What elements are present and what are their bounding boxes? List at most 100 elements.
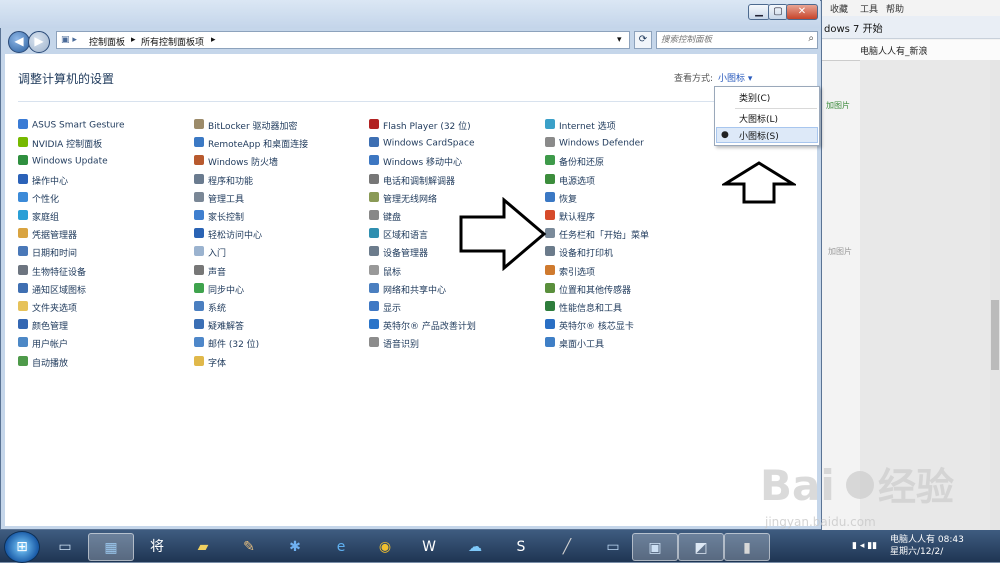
control-panel-item[interactable]: Internet 选项 <box>545 119 616 135</box>
control-panel-item[interactable]: 凭据管理器 <box>18 228 77 244</box>
control-panel-item[interactable]: 键盘 <box>369 210 401 226</box>
address-bar[interactable]: ▣ ▸ 控制面板 ▸ 所有控制面板项 ▸ ▾ <box>56 31 630 49</box>
taskbar-button[interactable]: ◩ <box>678 533 724 561</box>
breadcrumb-control-panel[interactable]: 控制面板 <box>89 35 125 48</box>
taskbar-button[interactable]: ▰ <box>180 533 226 561</box>
control-panel-item[interactable]: BitLocker 驱动器加密 <box>194 119 298 135</box>
menu-tools[interactable]: 工具 <box>860 2 878 15</box>
back-button[interactable]: ◀ <box>8 31 30 53</box>
control-panel-item[interactable]: 字体 <box>194 355 226 372</box>
control-panel-item[interactable]: NVIDIA 控制面板 <box>18 137 102 153</box>
control-panel-item[interactable]: 英特尔® 核芯显卡 <box>545 319 634 335</box>
maximize-button[interactable]: ▢ <box>768 4 788 20</box>
control-panel-item[interactable]: 入门 <box>194 246 226 262</box>
control-panel-item[interactable]: Windows 防火墙 <box>194 155 278 171</box>
control-panel-item[interactable]: 语音识别 <box>369 337 419 353</box>
control-panel-item[interactable]: 电话和调制解调器 <box>369 173 455 190</box>
control-panel-item[interactable]: 鼠标 <box>369 264 401 281</box>
control-panel-item[interactable]: 自动播放 <box>18 355 68 372</box>
control-panel-item[interactable]: 程序和功能 <box>194 173 253 190</box>
background-scrollbar-thumb[interactable] <box>991 300 999 370</box>
control-panel-item[interactable]: Windows CardSpace <box>369 137 475 153</box>
control-panel-item[interactable]: 操作中心 <box>18 173 68 190</box>
control-panel-item[interactable]: 声音 <box>194 264 226 281</box>
start-button[interactable]: ⊞ <box>4 531 40 563</box>
search-icon[interactable]: ⌕ <box>808 33 814 44</box>
taskbar-button[interactable]: ▮ <box>724 533 770 561</box>
background-tab[interactable]: 电脑人人有_新浪 <box>820 40 1000 61</box>
control-panel-item[interactable]: 通知区域图标 <box>18 282 86 299</box>
control-panel-item[interactable]: Windows 移动中心 <box>369 155 462 171</box>
taskbar-button[interactable]: S <box>498 533 544 561</box>
add-image-label[interactable]: 加图片 <box>826 100 850 111</box>
address-dropdown-icon[interactable]: ▾ <box>617 35 622 45</box>
control-panel-item[interactable]: 位置和其他传感器 <box>545 282 631 299</box>
control-panel-item[interactable]: 同步中心 <box>194 282 244 299</box>
control-panel-item[interactable]: Windows Update <box>18 155 108 171</box>
background-address-bar[interactable]: dows 7 开始 <box>820 16 1000 39</box>
search-box[interactable]: ⌕ <box>656 31 818 49</box>
taskbar-button[interactable]: ▭ <box>42 533 88 561</box>
taskbar-button[interactable]: e <box>318 533 364 561</box>
control-panel-item[interactable]: 性能信息和工具 <box>545 301 622 317</box>
control-panel-item[interactable]: 系统 <box>194 301 226 317</box>
control-panel-item[interactable]: Flash Player (32 位) <box>369 119 471 135</box>
view-option-large-icons[interactable]: 大图标(L) <box>739 112 778 125</box>
control-panel-item[interactable]: ASUS Smart Gesture <box>18 119 125 135</box>
tray-icons[interactable]: ▮ ◂ ▮▮ <box>852 541 877 551</box>
taskbar-button[interactable]: ☁ <box>452 533 498 561</box>
search-input[interactable] <box>661 33 797 47</box>
menu-help[interactable]: 帮助 <box>886 2 904 15</box>
taskbar-button[interactable]: ▦ <box>88 533 134 561</box>
control-panel-item[interactable]: RemoteApp 和桌面连接 <box>194 137 308 153</box>
close-button[interactable]: ✕ <box>786 4 818 20</box>
control-panel-item[interactable]: 桌面小工具 <box>545 337 604 353</box>
menu-favorites[interactable]: 收藏 <box>830 2 848 15</box>
control-panel-item[interactable]: 文件夹选项 <box>18 301 77 317</box>
breadcrumb-chevron-icon[interactable]: ▸ <box>211 35 216 45</box>
control-panel-item[interactable]: 任务栏和「开始」菜单 <box>545 228 649 244</box>
taskbar-button[interactable]: ✎ <box>226 533 272 561</box>
control-panel-item[interactable]: 显示 <box>369 301 401 317</box>
breadcrumb-all-items[interactable]: 所有控制面板项 <box>141 35 204 48</box>
control-panel-item[interactable]: 管理无线网络 <box>369 191 437 208</box>
taskbar-button[interactable]: ◉ <box>362 533 408 561</box>
window-titlebar[interactable] <box>0 0 820 28</box>
control-panel-item[interactable]: 生物特征设备 <box>18 264 86 281</box>
taskbar-button[interactable]: 将 <box>134 533 180 561</box>
control-panel-item[interactable]: 疑难解答 <box>194 319 244 335</box>
control-panel-item[interactable]: 英特尔® 产品改善计划 <box>369 319 476 335</box>
minimize-button[interactable]: ▁ <box>748 4 770 20</box>
control-panel-item[interactable]: 电源选项 <box>545 173 595 190</box>
control-panel-item[interactable]: 默认程序 <box>545 210 595 226</box>
control-panel-item[interactable]: 日期和时间 <box>18 246 77 262</box>
control-panel-item[interactable]: 邮件 (32 位) <box>194 337 259 353</box>
system-clock[interactable]: 电脑人人有 08:43 星期六/12/2/ <box>890 534 964 558</box>
control-panel-item[interactable]: 家长控制 <box>194 210 244 226</box>
refresh-button[interactable]: ⟳ <box>634 31 652 49</box>
control-panel-item[interactable]: 设备和打印机 <box>545 246 613 262</box>
view-option-category[interactable]: 类别(C) <box>739 91 770 104</box>
control-panel-item[interactable]: 设备管理器 <box>369 246 428 262</box>
taskbar-button[interactable]: W <box>406 533 452 561</box>
view-option-small-icons[interactable]: 小图标(S) <box>739 129 779 142</box>
forward-button[interactable]: ▶ <box>28 31 50 53</box>
control-panel-item[interactable]: Windows Defender <box>545 137 644 153</box>
control-panel-item[interactable]: 区域和语言 <box>369 228 428 244</box>
control-panel-item[interactable]: 家庭组 <box>18 210 59 226</box>
control-panel-item[interactable]: 用户帐户 <box>18 337 68 353</box>
control-panel-item[interactable]: 管理工具 <box>194 191 244 208</box>
control-panel-item[interactable]: 颜色管理 <box>18 319 68 335</box>
control-panel-item[interactable]: 备份和还原 <box>545 155 604 171</box>
taskbar-button[interactable]: ▭ <box>590 533 636 561</box>
control-panel-item[interactable]: 网络和共享中心 <box>369 282 446 299</box>
control-panel-item[interactable]: 轻松访问中心 <box>194 228 262 244</box>
taskbar-button[interactable]: ✱ <box>272 533 318 561</box>
taskbar-button[interactable]: ╱ <box>544 533 590 561</box>
control-panel-item[interactable]: 索引选项 <box>545 264 595 281</box>
taskbar-button[interactable]: ▣ <box>632 533 678 561</box>
background-scrollbar[interactable] <box>990 60 1000 530</box>
control-panel-item[interactable]: 个性化 <box>18 191 59 208</box>
control-panel-item[interactable]: 恢复 <box>545 191 577 208</box>
view-by-dropdown[interactable]: 小图标 ▾ <box>718 71 752 84</box>
